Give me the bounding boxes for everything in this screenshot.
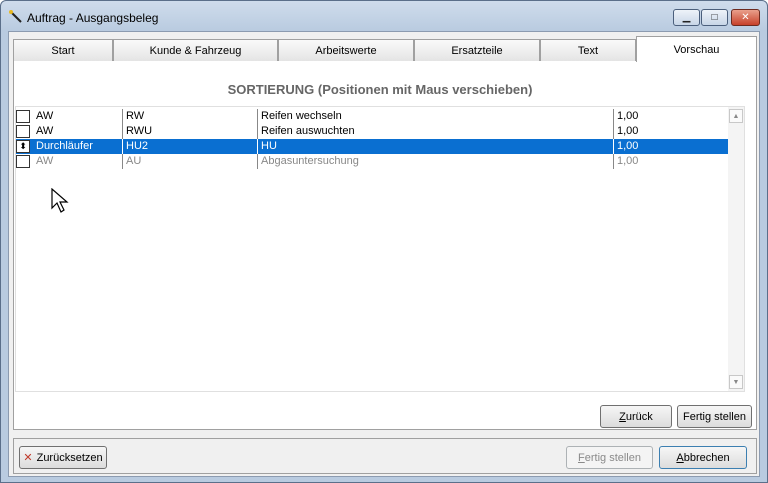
wand-icon [9,10,22,23]
cell-code: RWU [122,124,257,139]
cell-description: HU [257,139,613,154]
cell-description: Reifen wechseln [257,109,613,124]
cell-type: AW [36,155,54,167]
cell-code: AU [122,154,257,169]
tab-vorschau[interactable]: Vorschau [636,36,757,62]
reset-button-label: Zurücksetzen [36,451,103,464]
tab-bar: Start Kunde & Fahrzeug Arbeitswerte Ersa… [13,36,757,62]
table-row[interactable]: AW RWU Reifen auswuchten 1,00 [16,124,728,139]
finish-button-accesskey: F [578,451,585,464]
cell-type: Durchläufer [36,140,93,152]
back-button-accesskey: Z [619,410,626,423]
minimize-button[interactable]: ▁ [673,9,700,26]
sort-header: SORTIERUNG (Positionen mit Maus verschie… [15,78,745,100]
tab-kunde-fahrzeug[interactable]: Kunde & Fahrzeug [113,39,278,61]
back-button-label: urück [625,410,653,423]
positions-grid: AW RW Reifen wechseln 1,00 AW RWU Reifen… [15,106,745,392]
drag-handle-icon[interactable]: ⬍ [16,140,30,153]
maximize-button[interactable]: □ [701,9,728,26]
back-button[interactable]: Zurück [600,405,672,428]
finish-button-label: ertig stellen [584,451,641,464]
cancel-button-label: bbrechen [683,451,730,464]
close-button[interactable]: ✕ [731,9,760,26]
table-row[interactable]: AW RW Reifen wechseln 1,00 [16,109,728,124]
tab-start[interactable]: Start [13,39,113,61]
tab-text[interactable]: Text [540,39,636,61]
cell-quantity: 1,00 [613,139,728,154]
finish-button-panel[interactable]: Fertig stellen [677,405,752,428]
table-row-selected[interactable]: ⬍ Durchläufer HU2 HU 1,00 [16,139,728,154]
cell-quantity: 1,00 [613,109,728,124]
window-title: Auftrag - Ausgangsbeleg [27,11,159,25]
table-row[interactable]: AW AU Abgasuntersuchung 1,00 [16,154,728,169]
reset-button[interactable]: ✕ Zurücksetzen [19,446,107,469]
cell-description: Reifen auswuchten [257,124,613,139]
cancel-button-accesskey: A [676,451,684,464]
cell-description: Abgasuntersuchung [257,154,613,169]
cell-quantity: 1,00 [613,124,728,139]
vertical-scrollbar[interactable]: ▲ ▼ [728,107,744,391]
scroll-up-icon[interactable]: ▲ [729,109,743,123]
row-drag-handle[interactable] [16,110,30,123]
cell-code: HU2 [122,139,257,154]
cancel-button[interactable]: Abbrechen [659,446,747,469]
cell-type: AW [36,125,54,137]
finish-button[interactable]: Fertig stellen [566,446,653,469]
dialog-body: Start Kunde & Fahrzeug Arbeitswerte Ersa… [8,31,760,477]
cell-quantity: 1,00 [613,154,728,169]
row-drag-handle[interactable] [16,155,30,168]
cell-type: AW [36,110,54,122]
scroll-down-icon[interactable]: ▼ [729,375,743,389]
mouse-pointer-icon [51,188,69,213]
close-icon: ✕ [23,452,33,464]
title-bar[interactable]: Auftrag - Ausgangsbeleg ▁ □ ✕ [1,1,767,31]
app-window: Auftrag - Ausgangsbeleg ▁ □ ✕ Start Kund… [0,0,768,483]
tab-ersatzteile[interactable]: Ersatzteile [414,39,540,61]
cell-code: RW [122,109,257,124]
tab-arbeitswerte[interactable]: Arbeitswerte [278,39,414,61]
row-drag-handle[interactable] [16,125,30,138]
